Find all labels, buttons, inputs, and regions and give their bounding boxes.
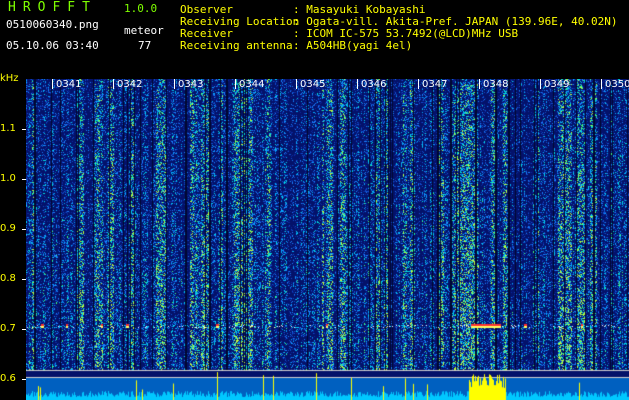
antenna-value: : A504HB(yagi 4el) [293,39,413,52]
app-name: HROFFT [8,0,97,15]
time-tick-mark [174,79,175,89]
y-tick-mark [22,279,26,280]
time-tick-mark [235,79,236,89]
y-tick-label: 0.8 [0,273,16,284]
time-label: 0341 [56,79,82,90]
y-tick-label: 1.1 [0,123,16,134]
y-tick-mark [22,379,26,380]
y-tick-label: 0.7 [0,323,16,334]
time-tick-mark [601,79,602,89]
time-tick-mark [418,79,419,89]
header-panel: HROFFT 1.0.0 0510060340.png meteor 05.10… [0,0,629,60]
y-axis-unit: kHz [0,73,19,84]
time-tick-mark [113,79,114,89]
time-label: 0350 [605,79,629,90]
time-label: 0343 [178,79,204,90]
app-version: 1.0.0 [124,2,158,15]
time-label: 0344 [239,79,265,90]
time-tick-mark [357,79,358,89]
date-time: 05.10.06 03:40 [6,39,99,52]
time-label: 0348 [483,79,509,90]
spectrogram-plot [26,79,629,400]
antenna-label: Receiving antenna [180,39,293,52]
meteor-count: 77 [138,39,152,52]
y-tick-mark [22,179,26,180]
y-tick-label: 0.9 [0,223,16,234]
time-label: 0345 [300,79,326,90]
time-tick-mark [296,79,297,89]
time-tick-mark [540,79,541,89]
time-label: 0346 [361,79,387,90]
file-name: 0510060340.png [6,18,99,31]
time-label: 0349 [544,79,570,90]
y-tick-label: 1.0 [0,173,16,184]
y-tick-mark [22,129,26,130]
time-label: 0342 [117,79,143,90]
time-tick-mark [52,79,53,89]
time-tick-mark [479,79,480,89]
meteor-label: meteor [124,24,164,37]
y-tick-mark [22,329,26,330]
y-tick-mark [22,229,26,230]
y-tick-label: 0.6 [0,373,16,384]
time-label: 0347 [422,79,448,90]
spectrogram-canvas [26,79,629,400]
